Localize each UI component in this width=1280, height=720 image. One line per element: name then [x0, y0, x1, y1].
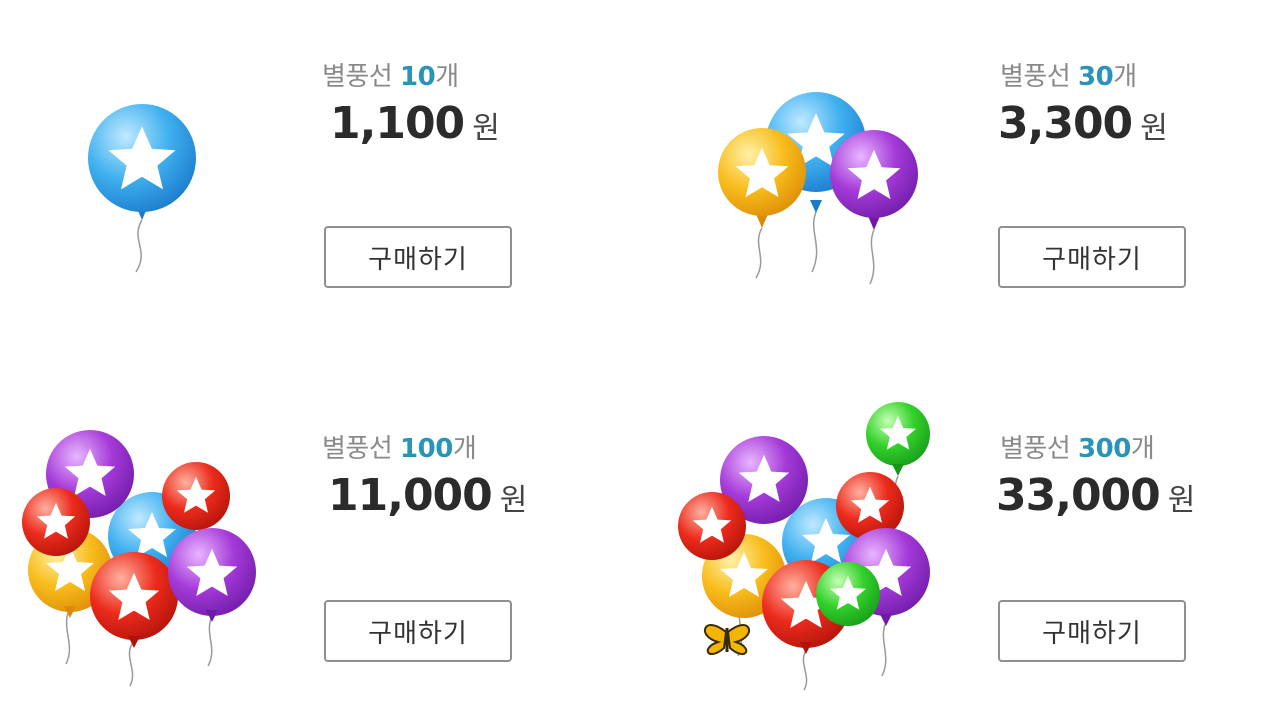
- balloon-bunch-butterfly-icon: [640, 360, 930, 720]
- buy-button[interactable]: 구매하기: [324, 600, 512, 662]
- product-card-10: 별풍선 10개 1,100 원 구매하기: [0, 0, 640, 360]
- product-quantity-suffix: 개: [1113, 62, 1137, 92]
- product-name: 별풍선: [322, 434, 393, 464]
- product-quantity: 100: [400, 434, 453, 464]
- price-amount: 11,000: [328, 470, 493, 521]
- product-card-300: 별풍선 300개 33,000 원 구매하기: [640, 360, 1280, 720]
- product-title: 별풍선 30개: [1000, 56, 1137, 93]
- product-price: 11,000 원: [328, 470, 527, 521]
- product-quantity-suffix: 개: [452, 434, 477, 464]
- buy-button[interactable]: 구매하기: [324, 226, 512, 288]
- price-amount: 33,000: [996, 470, 1161, 521]
- product-quantity-suffix: 개: [435, 62, 459, 92]
- product-price: 33,000 원: [996, 470, 1195, 521]
- product-name: 별풍선: [322, 62, 393, 92]
- product-price: 3,300 원: [998, 98, 1168, 149]
- product-quantity: 300: [1078, 434, 1131, 464]
- balloon-bunch-icon: [0, 360, 290, 720]
- product-quantity: 30: [1078, 62, 1114, 92]
- product-quantity-suffix: 개: [1130, 434, 1155, 464]
- price-currency: 원: [472, 111, 500, 146]
- product-title: 별풍선 300개: [1000, 428, 1155, 465]
- buy-button[interactable]: 구매하기: [998, 226, 1186, 288]
- product-card-100: 별풍선 100개 11,000 원 구매하기: [0, 360, 640, 720]
- product-name: 별풍선: [1000, 62, 1071, 92]
- balloon-shop-page: 별풍선 10개 1,100 원 구매하기 별풍선 30개 3,300 원 구매하…: [0, 0, 1280, 720]
- buy-button[interactable]: 구매하기: [998, 600, 1186, 662]
- balloon-icon: [0, 0, 290, 360]
- price-amount: 1,100: [330, 98, 465, 149]
- product-card-30: 별풍선 30개 3,300 원 구매하기: [640, 0, 1280, 360]
- price-currency: 원: [1140, 111, 1168, 146]
- product-title: 별풍선 100개: [322, 428, 477, 465]
- product-title: 별풍선 10개: [322, 56, 459, 93]
- product-name: 별풍선: [1000, 434, 1071, 464]
- price-amount: 3,300: [998, 98, 1133, 149]
- balloon-bunch-icon: [640, 0, 930, 360]
- product-price: 1,100 원: [330, 98, 500, 149]
- price-currency: 원: [1167, 483, 1196, 518]
- product-quantity: 10: [400, 62, 436, 92]
- price-currency: 원: [499, 483, 528, 518]
